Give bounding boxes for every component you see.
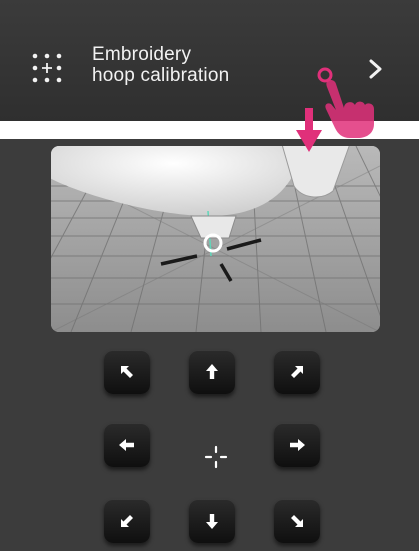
move-down-left-button[interactable] — [104, 499, 150, 543]
arrow-down-icon — [206, 514, 218, 529]
camera-view — [51, 146, 380, 332]
arrow-up-right-icon — [291, 366, 303, 378]
menu-label-line1: Embroidery — [92, 44, 192, 65]
arrow-up-left-icon — [121, 366, 133, 378]
arrow-left-icon — [119, 439, 134, 451]
move-right-button[interactable] — [274, 423, 320, 467]
move-down-button[interactable] — [189, 499, 235, 543]
arrow-up-icon — [206, 364, 218, 379]
move-up-button[interactable] — [189, 350, 235, 394]
move-left-button[interactable] — [104, 423, 150, 467]
arrow-down-left-icon — [121, 515, 133, 527]
camera-image — [51, 146, 380, 332]
grid-plus-icon — [32, 53, 62, 83]
down-arrow-icon — [296, 108, 322, 152]
menu-item-label: Embroidery hoop calibration — [92, 44, 229, 86]
center-crosshair-icon[interactable] — [204, 445, 228, 469]
move-up-left-button[interactable] — [104, 350, 150, 394]
tap-hand-icon — [317, 67, 374, 138]
move-down-right-button[interactable] — [274, 499, 320, 543]
move-up-right-button[interactable] — [274, 350, 320, 394]
menu-label-line2: hoop calibration — [92, 65, 230, 86]
arrow-down-right-icon — [291, 515, 303, 527]
arrow-right-icon — [290, 439, 305, 451]
